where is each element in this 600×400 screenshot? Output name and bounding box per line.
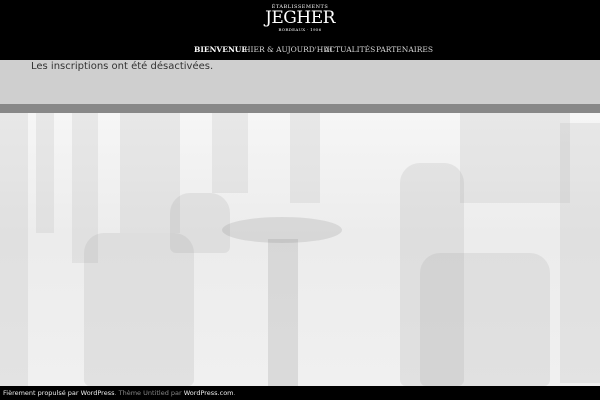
divider-band — [0, 104, 600, 113]
footer-separator: . — [114, 389, 117, 397]
footer-theme-prefix: Thème Untitled par — [118, 389, 182, 397]
footer-powered-link[interactable]: Fièrement propulsé par WordPress — [3, 389, 114, 397]
photo-column — [0, 113, 28, 386]
nav-item-bienvenue[interactable]: BIENVENUE — [194, 45, 247, 55]
site-footer: Fièrement propulsé par WordPress. Thème … — [0, 386, 600, 400]
photo-column — [290, 113, 320, 203]
photo-chair — [84, 233, 194, 386]
photo-column — [560, 123, 600, 383]
notice-bar: Les inscriptions ont été désactivées. — [0, 60, 600, 104]
footer-theme-link[interactable]: WordPress.com — [184, 389, 234, 397]
site-logo[interactable]: ÉTABLISSEMENTS JEGHER BORDEAUX · 1956 — [262, 4, 338, 44]
footer-suffix: . — [233, 389, 236, 397]
footer-credits: Fièrement propulsé par WordPress. Thème … — [3, 388, 236, 398]
background-photo — [0, 113, 600, 386]
registration-disabled-notice: Les inscriptions ont été désactivées. — [31, 61, 214, 72]
photo-chair — [420, 253, 550, 386]
nav-item-partenaires[interactable]: PARTENAIRES — [376, 45, 433, 55]
photo-column — [460, 113, 570, 203]
photo-chair — [170, 193, 230, 253]
logo-main-text: JEGHER — [265, 8, 335, 28]
nav-item-actualites[interactable]: ACTUALITÉS — [324, 45, 375, 55]
photo-column — [36, 113, 54, 233]
photo-column — [212, 113, 248, 193]
photo-table-leg — [268, 239, 298, 386]
nav-item-hier-aujourdhui[interactable]: HIER & AUJOURD'HUI — [244, 45, 333, 55]
